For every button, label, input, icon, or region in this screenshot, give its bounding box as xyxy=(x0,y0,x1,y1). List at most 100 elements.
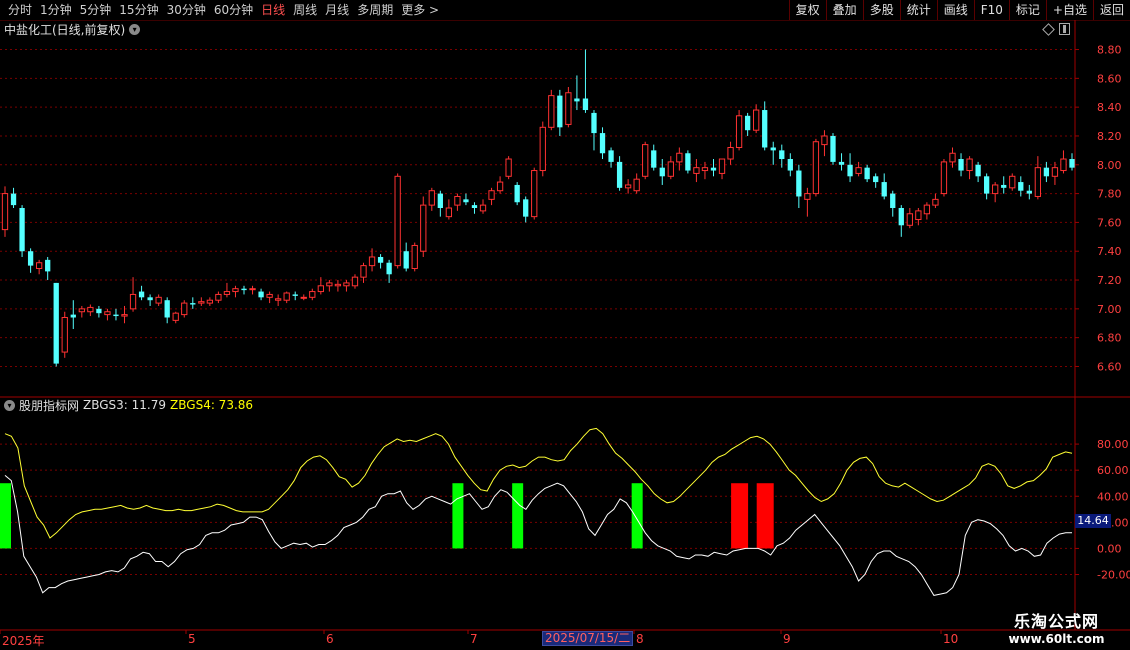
candle-body-up xyxy=(949,152,956,163)
candle-body-up xyxy=(454,195,461,206)
candle-body-down xyxy=(96,308,102,314)
zbgs3-value: ZBGS3: 11.79 xyxy=(83,398,167,412)
signal-bar-green xyxy=(452,483,464,549)
candle-body-down xyxy=(1001,184,1007,188)
candle-body-down xyxy=(10,193,17,206)
candle-body-up xyxy=(753,109,760,131)
candle-body-up xyxy=(966,158,973,172)
candle-body-down xyxy=(27,251,34,266)
candle-body-up xyxy=(334,283,342,287)
indicator-dropdown-icon[interactable]: ▾ xyxy=(4,399,15,411)
candle-body-up xyxy=(351,276,359,287)
candle-body-down xyxy=(113,314,119,317)
candle-body-down xyxy=(45,259,51,272)
date-axis-label: 8 xyxy=(636,632,644,646)
candle-body-down xyxy=(847,164,853,177)
candle-body-up xyxy=(445,207,453,218)
candle-body-up xyxy=(249,288,256,291)
candle-body-down xyxy=(437,193,443,208)
candle-body-down xyxy=(898,208,904,226)
date-axis-label: 6 xyxy=(326,632,334,646)
candle-body-up xyxy=(283,292,290,301)
candle-body-up xyxy=(718,158,726,174)
candle-body-down xyxy=(523,199,529,217)
candle-body-down xyxy=(1018,182,1024,191)
candle-body-up xyxy=(727,146,734,160)
candle-body-down xyxy=(582,98,589,111)
candle-body-down xyxy=(292,294,298,296)
candle-body-up xyxy=(172,312,179,321)
price-tick-label: 6.80 xyxy=(1097,332,1122,345)
candle-body-down xyxy=(608,150,614,162)
candle-body-down xyxy=(983,176,990,194)
price-tick-label: 8.60 xyxy=(1097,72,1122,85)
candle-body-down xyxy=(386,262,392,275)
candle-body-down xyxy=(403,251,409,269)
candle-body-up xyxy=(87,306,94,313)
candle-body-down xyxy=(1043,167,1050,177)
price-tick-label: 7.60 xyxy=(1097,216,1122,229)
candle-body-down xyxy=(685,153,691,171)
date-axis-label: 7 xyxy=(470,632,478,646)
candle-body-down xyxy=(1026,190,1032,194)
candle-body-up xyxy=(206,299,214,304)
series-line-zbgs3 xyxy=(4,475,1072,596)
candle-body-up xyxy=(633,178,640,192)
candle-body-down xyxy=(190,303,196,305)
candle-body-down xyxy=(958,159,964,171)
candle-body-down xyxy=(471,205,478,208)
candle-body-up xyxy=(548,95,555,128)
candle-body-up xyxy=(855,167,862,174)
candle-body-up xyxy=(488,190,495,200)
candle-body-down xyxy=(557,95,563,128)
candle-body-up xyxy=(411,244,418,270)
candle-body-down xyxy=(744,115,751,131)
candle-body-down xyxy=(514,184,520,203)
candle-body-up xyxy=(326,282,333,287)
candle-body-up xyxy=(275,298,282,301)
price-tick-label: 8.40 xyxy=(1097,101,1122,114)
candle-body-up xyxy=(735,115,743,148)
signal-bar-red xyxy=(756,483,774,549)
candle-body-up xyxy=(821,135,828,146)
candle-body-down xyxy=(890,193,896,208)
signal-bar-green xyxy=(0,483,11,549)
candle-body-up xyxy=(505,158,512,177)
candle-body-up xyxy=(129,293,137,310)
candle-body-down xyxy=(762,110,768,148)
candle-body-up xyxy=(215,293,222,301)
candle-body-down xyxy=(19,208,25,252)
date-axis: 2025/07/15/二 2025年 5 6 7 8 9 10 xyxy=(0,630,1075,650)
candle-body-up xyxy=(309,291,316,298)
candle-body-up xyxy=(940,161,948,195)
price-tick-label: 8.80 xyxy=(1097,44,1122,57)
candle-body-up xyxy=(232,288,239,293)
price-tick-label: 8.20 xyxy=(1097,130,1122,143)
price-tick-label: 6.60 xyxy=(1097,360,1122,373)
watermark-line2: www.60lt.com xyxy=(1008,632,1105,646)
candle-body-down xyxy=(881,182,887,197)
signal-bar-green xyxy=(512,483,524,549)
indicator-tick-label: 80.00 xyxy=(1097,438,1129,451)
candle-body-up xyxy=(992,184,999,195)
candle-body-up xyxy=(565,92,572,125)
candle-body-down xyxy=(770,147,776,151)
candle-body-down xyxy=(138,291,145,298)
candle-body-down xyxy=(659,167,665,177)
candle-body-up xyxy=(915,210,922,221)
kline-chart[interactable]: 8.80 8.60 8.40 8.20 8.00 7.80 7.60 7.40 7.20 7.00… xyxy=(0,0,1130,650)
candle-body-down xyxy=(53,282,59,364)
candle-body-up xyxy=(932,198,939,206)
candle-body-down xyxy=(1069,159,1075,168)
price-tick-label: 7.80 xyxy=(1097,188,1122,201)
candle-body-down xyxy=(258,291,264,298)
candle-body-down xyxy=(164,300,170,318)
price-tick-label: 7.40 xyxy=(1097,245,1122,258)
candle-body-down xyxy=(616,161,623,188)
candle-body-up xyxy=(61,316,68,353)
candle-body-up xyxy=(35,262,43,270)
candle-body-up xyxy=(343,282,350,287)
candle-body-up xyxy=(1060,158,1067,172)
signal-bar-green xyxy=(631,483,643,549)
price-tick-label: 7.20 xyxy=(1097,274,1122,287)
